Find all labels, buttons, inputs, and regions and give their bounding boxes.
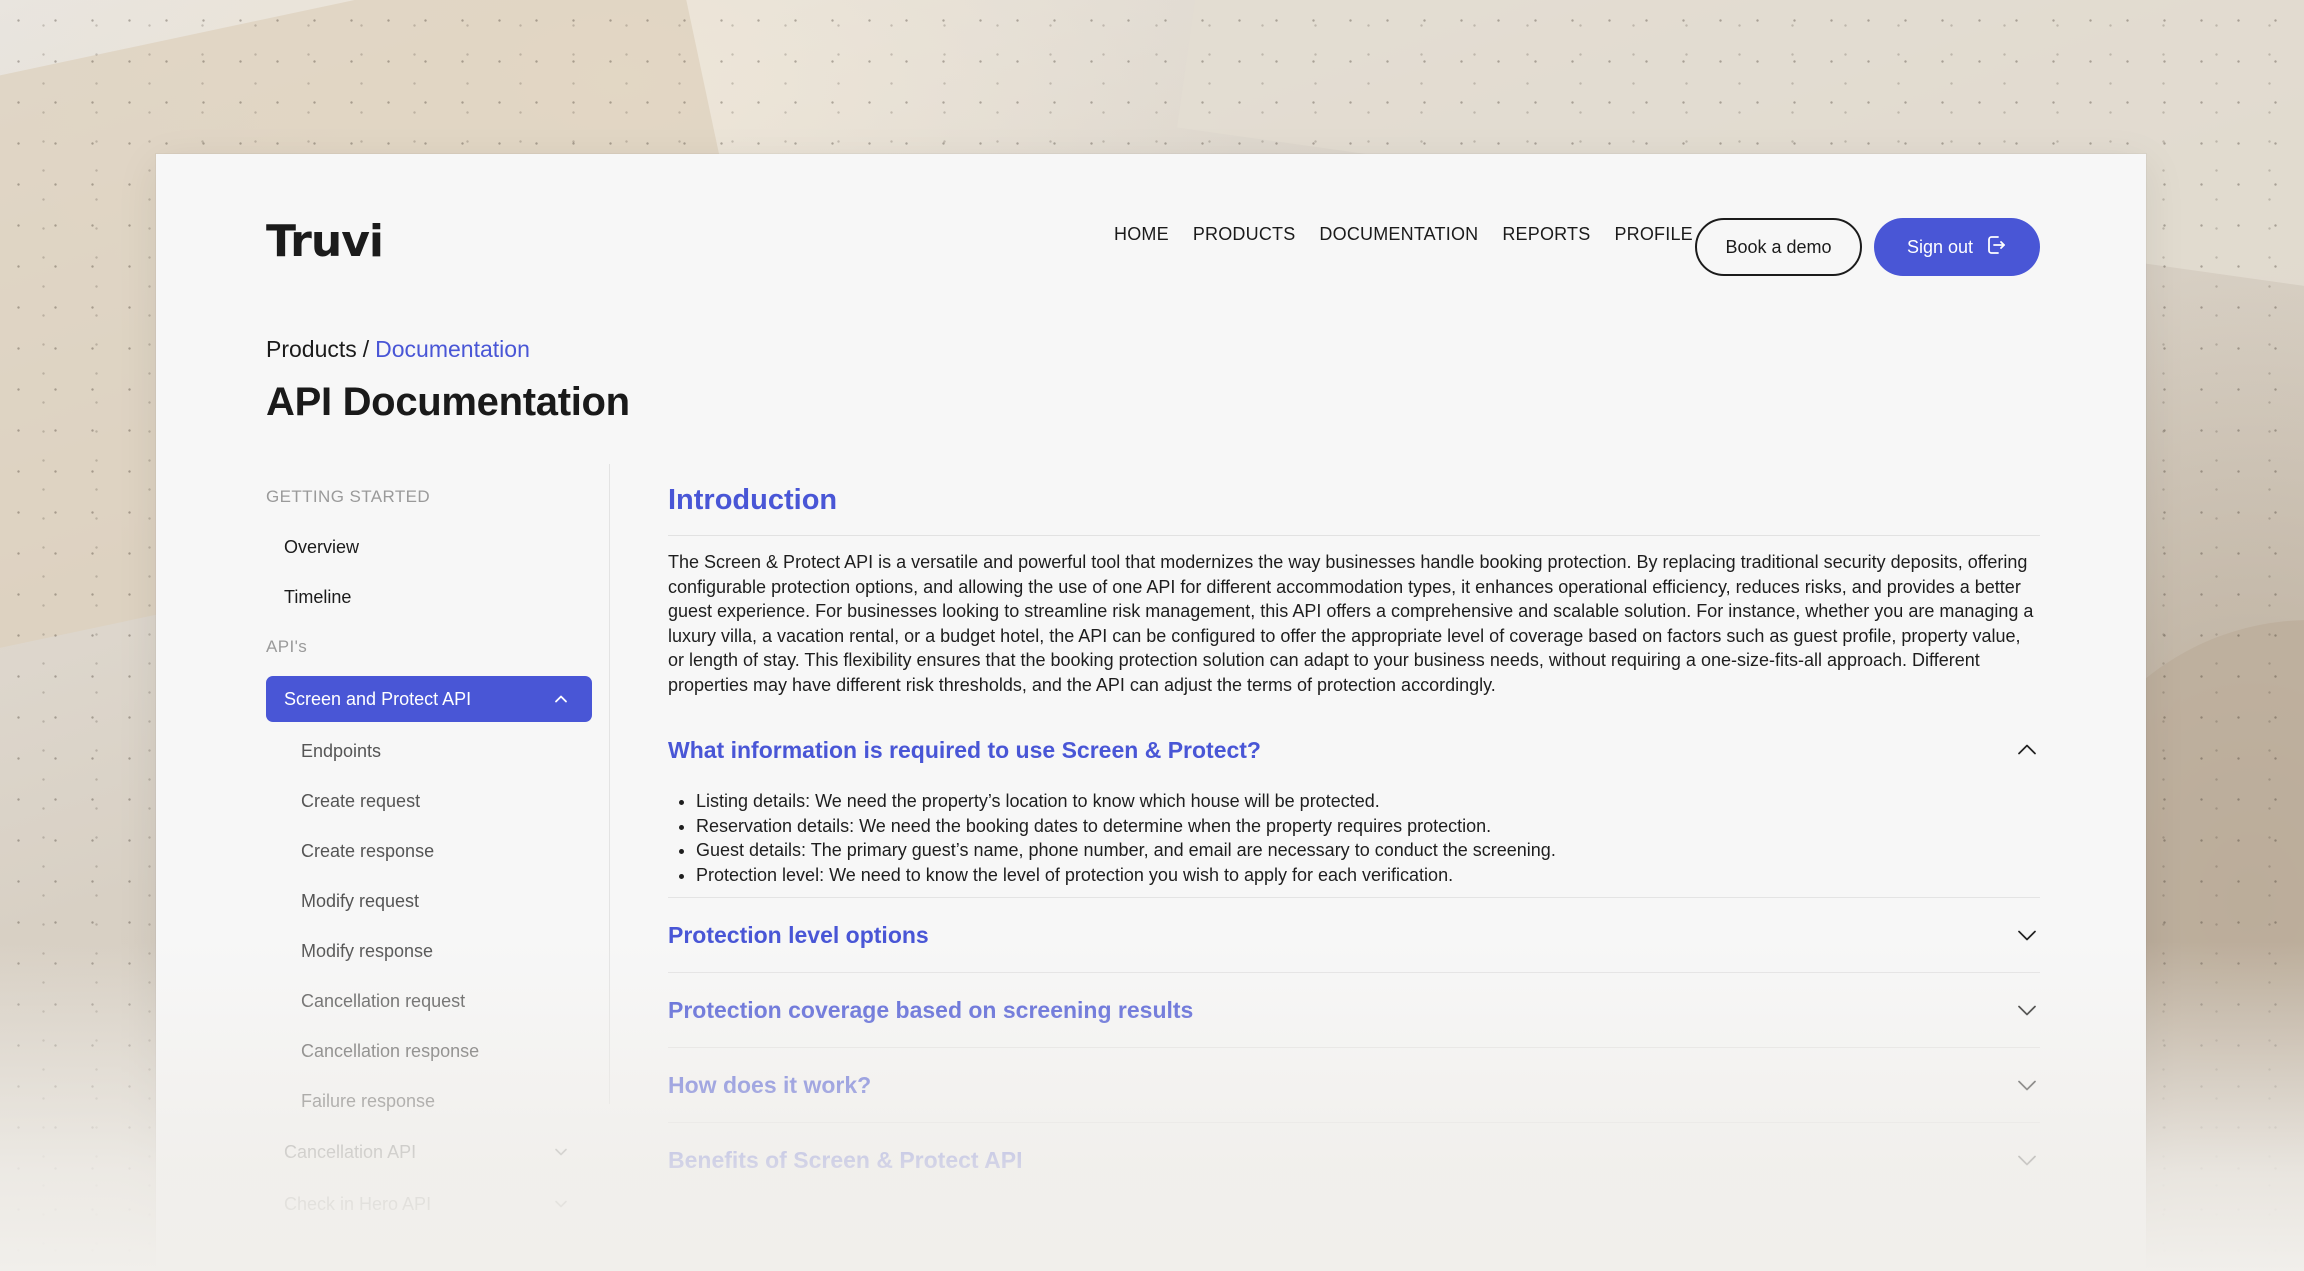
sidebar-subitem-failure-response[interactable]: Failure response xyxy=(266,1076,592,1126)
sidebar-subitem-modify-request[interactable]: Modify request xyxy=(266,876,592,926)
truvi-logo[interactable]: Truvi xyxy=(266,216,384,267)
chevron-up-icon[interactable] xyxy=(548,686,574,712)
accordion-how-does-it-work: How does it work? xyxy=(668,1048,2040,1123)
chevron-down-icon[interactable] xyxy=(2014,997,2040,1023)
nav-reports[interactable]: REPORTS xyxy=(1502,224,1590,245)
sidebar-subitem-endpoints[interactable]: Endpoints xyxy=(266,726,592,776)
sidebar-item-label: Check in Hero API xyxy=(284,1193,432,1214)
sidebar-subitem-modify-response[interactable]: Modify response xyxy=(266,926,592,976)
main-nav: HOME PRODUCTS DOCUMENTATION REPORTS PROF… xyxy=(1114,224,1717,245)
sidebar-section-getting-started: GETTING STARTED xyxy=(266,487,431,506)
introduction-text: The Screen & Protect API is a versatile … xyxy=(668,552,2034,695)
chevron-down-icon[interactable] xyxy=(2014,922,2040,948)
sidebar-item-overview[interactable]: Overview xyxy=(266,522,592,572)
sidebar-subitem-cancellation-response[interactable]: Cancellation response xyxy=(266,1026,592,1076)
sidebar-subitem-cancellation-request[interactable]: Cancellation request xyxy=(266,976,592,1026)
accordion-header[interactable]: Protection coverage based on screening r… xyxy=(668,973,2040,1047)
accordion-header[interactable]: What information is required to use Scre… xyxy=(668,723,2040,781)
breadcrumb-current[interactable]: Documentation xyxy=(375,336,530,362)
accordion-title: Protection level options xyxy=(668,921,929,948)
book-demo-label: Book a demo xyxy=(1725,236,1832,257)
sidebar-item-timeline[interactable]: Timeline xyxy=(266,572,592,622)
nav-documentation[interactable]: DOCUMENTATION xyxy=(1319,224,1478,245)
accordion-title: How does it work? xyxy=(668,1071,872,1098)
chevron-down-icon[interactable] xyxy=(548,1139,574,1165)
sign-out-button[interactable]: Sign out xyxy=(1874,218,2040,276)
accordion-header[interactable]: How does it work? xyxy=(668,1048,2040,1122)
accordion-header[interactable]: Benefits of Screen & Protect API xyxy=(668,1123,2040,1197)
chevron-down-icon[interactable] xyxy=(548,1191,574,1217)
page-title: API Documentation xyxy=(266,380,630,424)
sidebar-item-cancellation-api[interactable]: Cancellation API xyxy=(266,1126,592,1178)
docs-sidebar: GETTING STARTED Overview Timeline API's … xyxy=(266,472,592,1230)
accordion-required-information: What information is required to use Scre… xyxy=(668,723,2040,898)
book-demo-button[interactable]: Book a demo xyxy=(1695,218,1862,276)
breadcrumb-separator: / xyxy=(362,336,370,362)
sign-out-label: Sign out xyxy=(1906,236,1974,257)
requirements-list: Listing details: We need the property’s … xyxy=(668,789,2040,887)
accordion-title: Benefits of Screen & Protect API xyxy=(668,1146,1023,1173)
nav-profile[interactable]: PROFILE xyxy=(1614,224,1692,245)
list-item: Protection level: We need to know the le… xyxy=(696,863,2040,888)
accordion-protection-coverage: Protection coverage based on screening r… xyxy=(668,973,2040,1048)
list-item: Listing details: We need the property’s … xyxy=(696,789,2040,814)
accordion-benefits: Benefits of Screen & Protect API xyxy=(668,1123,2040,1197)
accordion-title: Protection coverage based on screening r… xyxy=(668,996,1194,1023)
accordion-title: What information is required to use Scre… xyxy=(668,737,1261,763)
nav-products[interactable]: PRODUCTS xyxy=(1193,224,1296,245)
list-item: Reservation details: We need the booking… xyxy=(696,814,2040,839)
accordion-protection-level-options: Protection level options xyxy=(668,898,2040,973)
sidebar-item-screen-and-protect-api[interactable]: Screen and Protect API xyxy=(266,676,592,722)
sidebar-section-apis: API's xyxy=(266,637,308,656)
sidebar-subitem-create-response[interactable]: Create response xyxy=(266,826,592,876)
sidebar-item-label: Cancellation API xyxy=(284,1141,417,1162)
chevron-down-icon[interactable] xyxy=(2014,1147,2040,1173)
docs-content: Introduction The Screen & Protect API is… xyxy=(668,472,2040,1197)
sidebar-item-label: Screen and Protect API xyxy=(284,688,472,709)
breadcrumb: Products / Documentation xyxy=(266,336,530,363)
sidebar-subitem-create-request[interactable]: Create request xyxy=(266,776,592,826)
section-title-introduction: Introduction xyxy=(668,484,2040,536)
list-item: Guest details: The primary guest’s name,… xyxy=(696,838,2040,863)
breadcrumb-products[interactable]: Products xyxy=(266,336,357,362)
chevron-up-icon[interactable] xyxy=(2014,737,2040,763)
chevron-down-icon[interactable] xyxy=(2014,1072,2040,1098)
sidebar-divider xyxy=(609,464,610,1104)
sign-out-icon xyxy=(1985,234,2007,261)
accordion-header[interactable]: Protection level options xyxy=(668,898,2040,972)
nav-home[interactable]: HOME xyxy=(1114,224,1169,245)
page-card: Truvi HOME PRODUCTS DOCUMENTATION REPORT… xyxy=(156,154,2146,1271)
sidebar-item-check-in-hero-api[interactable]: Check in Hero API xyxy=(266,1178,592,1230)
